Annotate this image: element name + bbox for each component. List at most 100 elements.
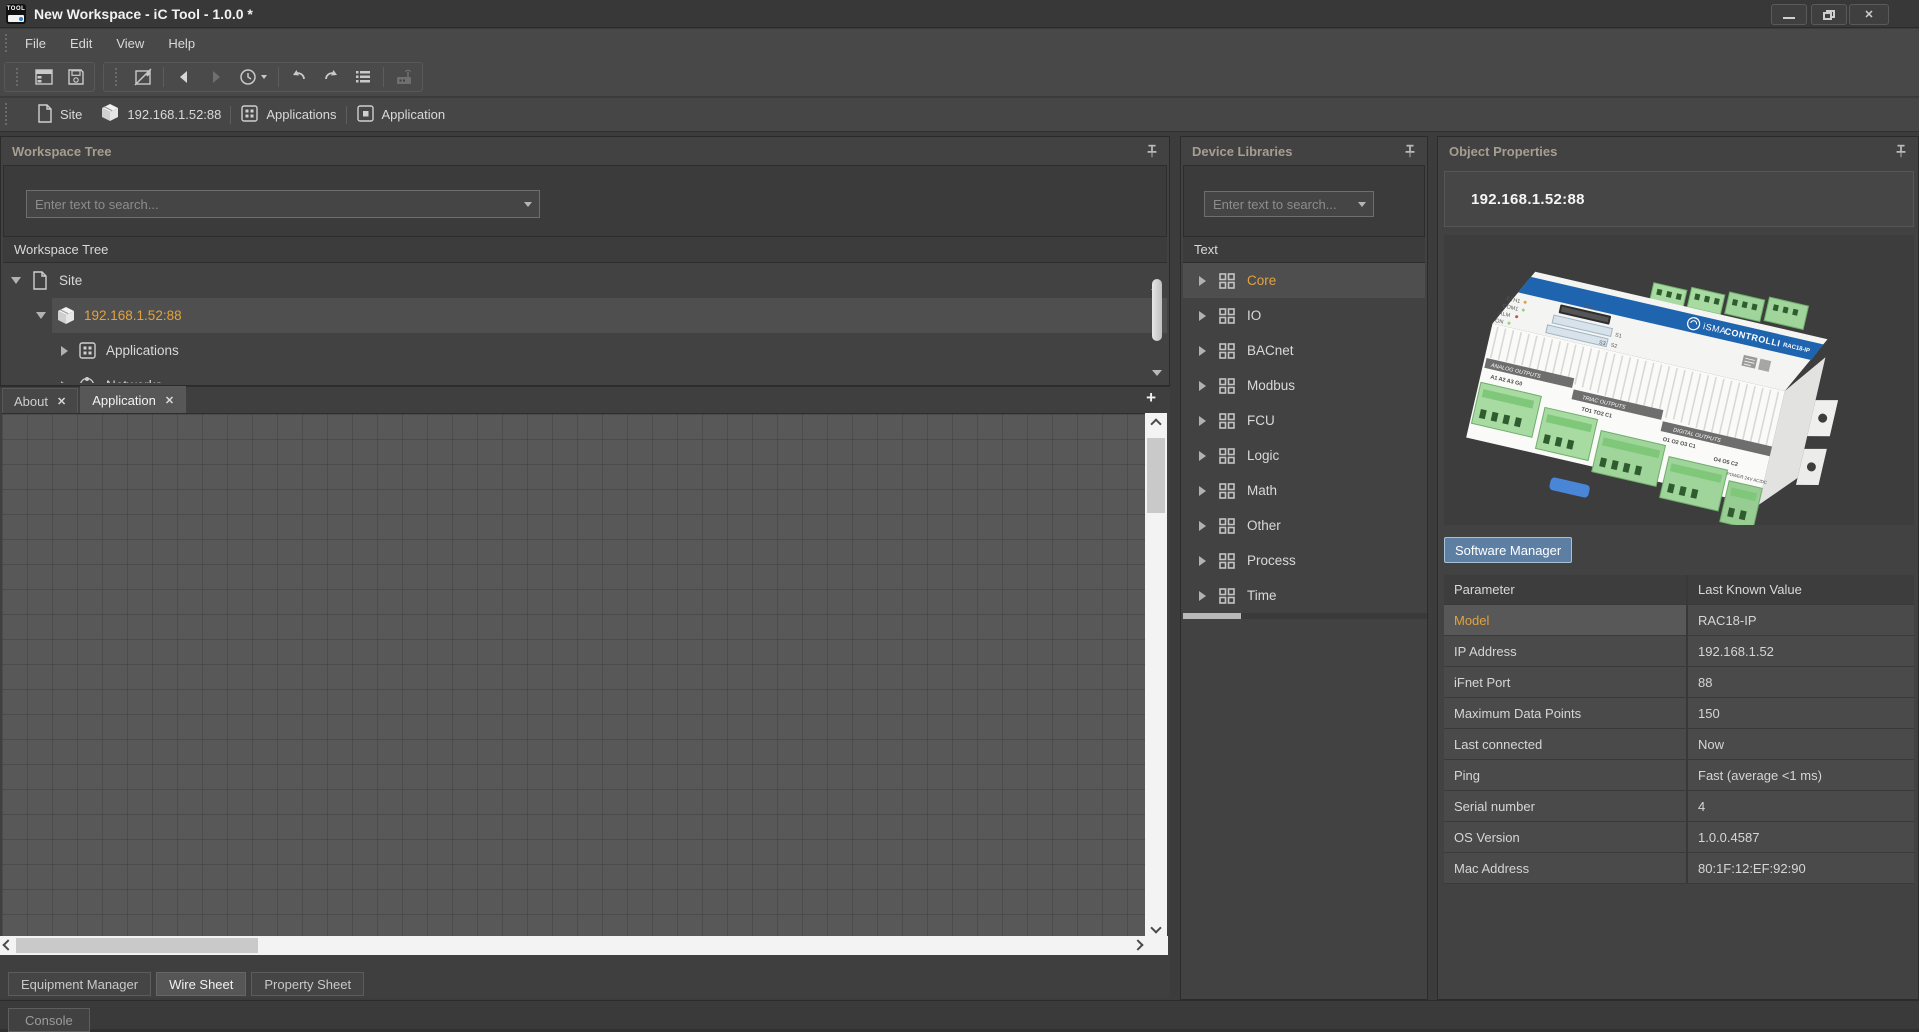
device-libraries-horizontal-scrollbar[interactable] [1183,613,1427,619]
scroll-down-icon[interactable] [1150,922,1161,933]
menu-view[interactable]: View [104,31,156,56]
breadcrumb-label: Application [382,107,446,122]
chevron-right-icon[interactable] [1199,521,1206,531]
scrollbar-thumb[interactable] [16,938,258,953]
library-item-bacnet[interactable]: BACnet [1183,333,1425,368]
canvas-vertical-scrollbar[interactable] [1145,413,1167,936]
property-row-ifnet-port[interactable]: iFnet Port88 [1444,667,1914,698]
menu-help[interactable]: Help [156,31,207,56]
property-row-os-version[interactable]: OS Version1.0.0.4587 [1444,822,1914,853]
save-workspace-button[interactable] [64,65,88,89]
breadcrumb-item-application[interactable]: Application [347,104,455,126]
menu-file[interactable]: File [13,31,58,56]
property-name: OS Version [1444,822,1688,853]
breadcrumb-item-192-168-1-52-88[interactable]: 192.168.1.52:88 [91,103,230,126]
close-button[interactable]: ✕ [1849,4,1889,25]
property-row-serial-number[interactable]: Serial number4 [1444,791,1914,822]
chevron-right-icon[interactable] [61,381,68,384]
scroll-left-icon[interactable] [0,936,16,955]
software-manager-button[interactable]: Software Manager [1444,537,1572,563]
library-item-process[interactable]: Process [1183,543,1425,578]
chevron-right-icon[interactable] [1199,451,1206,461]
chevron-down-icon[interactable] [1351,192,1373,216]
add-tab-button[interactable]: + [1146,388,1156,408]
chevron-right-icon[interactable] [1199,591,1206,601]
chevron-right-icon[interactable] [1199,556,1206,566]
chevron-right-icon[interactable] [1199,486,1206,496]
device-connection-button[interactable] [392,65,416,89]
tab-application[interactable]: Application✕ [80,386,186,413]
view-tab-equipment-manager[interactable]: Equipment Manager [8,972,151,996]
library-item-io[interactable]: IO [1183,298,1425,333]
scrollbar-thumb[interactable] [1147,438,1165,513]
view-tab-property-sheet[interactable]: Property Sheet [251,972,364,996]
redo-button[interactable] [319,65,343,89]
scrollbar-thumb[interactable] [1152,279,1162,341]
pin-icon[interactable] [1144,143,1160,159]
view-tab-wire-sheet[interactable]: Wire Sheet [156,972,246,996]
tree-item-networks[interactable]: Networks [3,368,1167,383]
chevron-right-icon[interactable] [1199,346,1206,356]
back-button[interactable] [172,65,196,89]
toolbar-grip-handle[interactable] [15,67,20,87]
tree-item-site[interactable]: Site [3,263,1167,298]
property-row-ping[interactable]: PingFast (average <1 ms) [1444,760,1914,791]
property-value: 192.168.1.52 [1688,636,1914,667]
canvas-horizontal-scrollbar[interactable] [0,936,1168,955]
history-button[interactable] [236,65,270,89]
restore-button[interactable] [1811,4,1847,25]
property-row-maximum-data-points[interactable]: Maximum Data Points150 [1444,698,1914,729]
property-row-model[interactable]: ModelRAC18-IP [1444,605,1914,636]
chevron-right-icon[interactable] [1199,416,1206,426]
breadcrumb-grip-handle[interactable] [4,102,9,127]
property-row-mac-address[interactable]: Mac Address80:1F:12:EF:92:90 [1444,853,1914,884]
tree-item-192-168-1-52-88[interactable]: 192.168.1.52:88 [3,298,1167,333]
property-row-last-connected[interactable]: Last connectedNow [1444,729,1914,760]
menu-edit[interactable]: Edit [58,31,104,56]
minimize-button[interactable] [1771,4,1807,25]
chevron-right-icon[interactable] [61,346,68,356]
library-item-core[interactable]: Core [1183,263,1425,298]
chevron-down-icon[interactable] [517,191,539,217]
wire-sheet-canvas[interactable] [2,413,1145,936]
chevron-right-icon[interactable] [1199,311,1206,321]
scroll-right-icon[interactable] [1130,936,1146,955]
forward-button[interactable] [204,65,228,89]
property-value: 80:1F:12:EF:92:90 [1688,853,1914,884]
device-libraries-search-input[interactable] [1205,197,1351,212]
library-item-fcu[interactable]: FCU [1183,403,1425,438]
scrollbar-thumb[interactable] [1183,613,1241,619]
tree-item-applications[interactable]: Applications [3,333,1167,368]
edit-mode-button[interactable] [131,65,155,89]
console-button[interactable]: Console [8,1008,90,1032]
undo-button[interactable] [287,65,311,89]
menu-grip-handle[interactable] [4,33,9,54]
log-list-button[interactable] [351,65,375,89]
library-item-math[interactable]: Math [1183,473,1425,508]
chevron-right-icon[interactable] [1199,276,1206,286]
close-icon[interactable]: ✕ [57,395,66,408]
chevron-down-icon[interactable] [11,277,21,284]
breadcrumb-item-applications[interactable]: Applications [231,104,345,126]
pin-icon[interactable] [1402,143,1418,159]
workspace-tree-scrollbar[interactable] [1151,267,1163,381]
workspace-tree-search-input[interactable] [27,197,517,212]
library-item-other[interactable]: Other [1183,508,1425,543]
library-item-modbus[interactable]: Modbus [1183,368,1425,403]
tab-about[interactable]: About✕ [2,388,78,413]
property-row-ip-address[interactable]: IP Address192.168.1.52 [1444,636,1914,667]
pin-icon[interactable] [1893,143,1909,159]
close-icon[interactable]: ✕ [165,394,174,407]
save-icon [66,67,86,87]
toolbar-grip-handle-2[interactable] [114,67,119,87]
scroll-down-icon[interactable] [1152,370,1162,381]
scroll-up-icon[interactable] [1150,418,1161,429]
library-item-logic[interactable]: Logic [1183,438,1425,473]
property-value: RAC18-IP [1688,605,1914,636]
chevron-down-icon[interactable] [36,312,46,319]
object-properties-panel: Object Properties 192.168.1.52:88 [1437,136,1919,1000]
chevron-right-icon[interactable] [1199,381,1206,391]
new-workspace-button[interactable] [32,65,56,89]
library-item-time[interactable]: Time [1183,578,1425,613]
breadcrumb-item-site[interactable]: Site [27,104,91,126]
